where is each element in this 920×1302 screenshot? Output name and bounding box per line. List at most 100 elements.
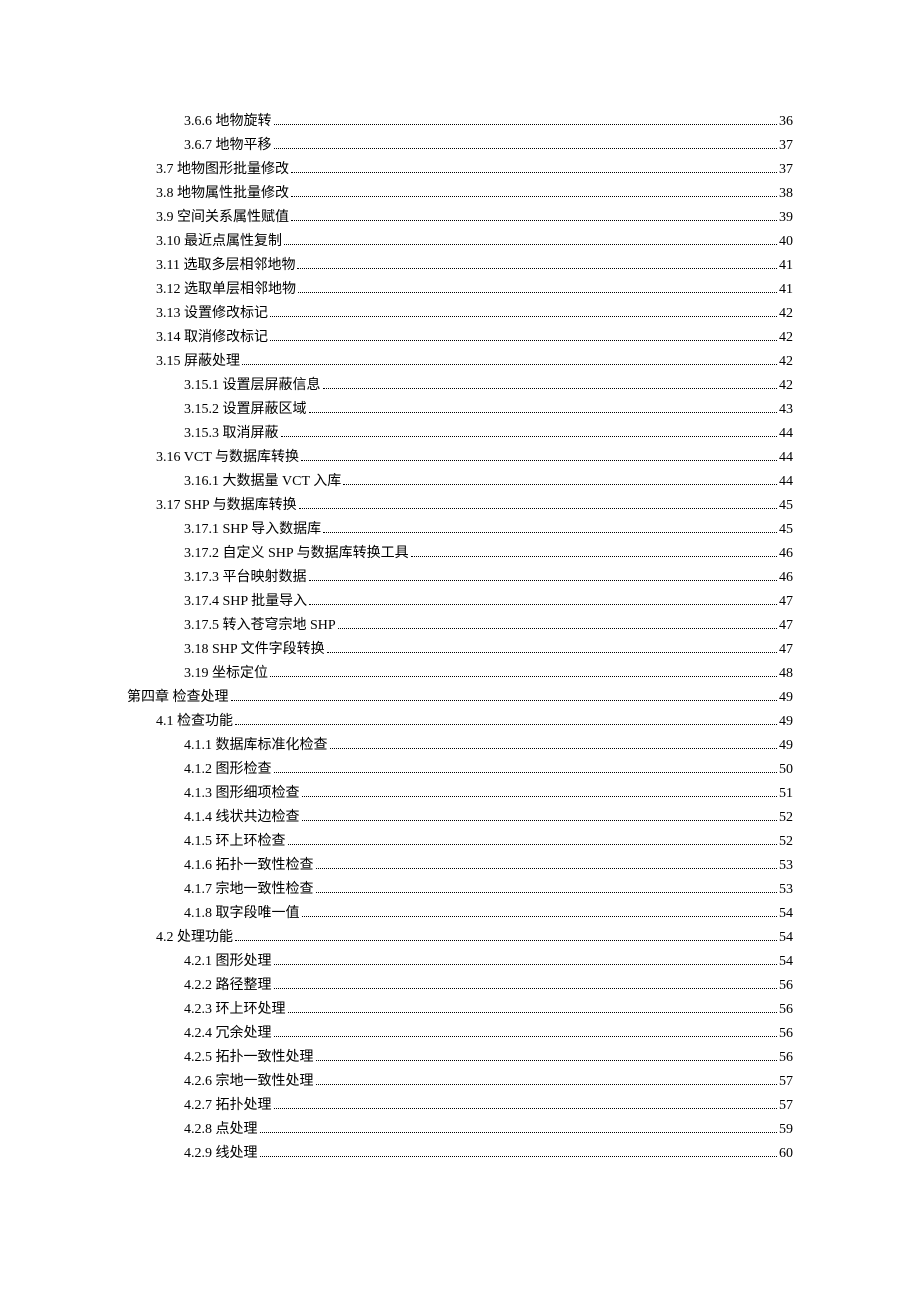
toc-entry[interactable]: 4.1.7 宗地一致性检查53 [184,878,793,902]
toc-leader-dots [288,844,778,845]
toc-label: 3.12 选取单层相邻地物 [156,278,296,302]
toc-page-number: 45 [779,494,793,518]
toc-page-number: 42 [779,350,793,374]
toc-leader-dots [323,388,778,389]
toc-page-number: 53 [779,854,793,878]
toc-entry[interactable]: 3.17.1 SHP 导入数据库45 [184,518,793,542]
toc-label: 4.2.6 宗地一致性处理 [184,1070,314,1094]
toc-label: 4.1.6 拓扑一致性检查 [184,854,314,878]
toc-leader-dots [288,1012,778,1013]
toc-label: 3.8 地物属性批量修改 [156,182,289,206]
toc-label: 4.1.5 环上环检查 [184,830,286,854]
toc-leader-dots [274,1108,778,1109]
toc-leader-dots [323,532,777,533]
toc-page-number: 60 [779,1142,793,1166]
toc-entry[interactable]: 3.8 地物属性批量修改38 [156,182,793,206]
toc-entry[interactable]: 4.2.7 拓扑处理 57 [184,1094,793,1118]
toc-label: 3.17 SHP 与数据库转换 [156,494,297,518]
toc-page-number: 45 [779,518,793,542]
toc-page-number: 56 [779,974,793,998]
toc-entry[interactable]: 3.15.1 设置层屏蔽信息42 [184,374,793,398]
toc-leader-dots [330,748,778,749]
toc-label: 4.1.3 图形细项检查 [184,782,300,806]
toc-entry[interactable]: 4.2.1 图形处理54 [184,950,793,974]
toc-leader-dots [274,1036,778,1037]
toc-label: 3.17.2 自定义 SHP 与数据库转换工具 [184,542,409,566]
toc-label: 4.2.9 线处理 [184,1142,258,1166]
toc-label: 3.15 屏蔽处理 [156,350,240,374]
toc-page-number: 47 [779,614,793,638]
toc-page-number: 42 [779,302,793,326]
toc-entry[interactable]: 4.1.3 图形细项检查 51 [184,782,793,806]
toc-leader-dots [270,316,777,317]
toc-leader-dots [274,124,778,125]
toc-entry[interactable]: 3.17.2 自定义 SHP 与数据库转换工具46 [184,542,793,566]
toc-entry[interactable]: 3.9 空间关系属性赋值39 [156,206,793,230]
toc-entry[interactable]: 3.15.2 设置屏蔽区域43 [184,398,793,422]
toc-leader-dots [327,652,777,653]
toc-entry[interactable]: 3.6.6 地物旋转36 [184,110,793,134]
toc-page-number: 56 [779,1046,793,1070]
toc-entry[interactable]: 4.1.8 取字段唯一值54 [184,902,793,926]
toc-entry[interactable]: 3.17.3 平台映射数据46 [184,566,793,590]
toc-entry[interactable]: 4.2.5 拓扑一致性处理56 [184,1046,793,1070]
toc-entry[interactable]: 3.16 VCT 与数据库转换44 [156,446,793,470]
toc-label: 3.18 SHP 文件字段转换 [184,638,325,662]
toc-entry[interactable]: 3.13 设置修改标记 42 [156,302,793,326]
toc-leader-dots [291,220,777,221]
toc-entry[interactable]: 3.14 取消修改标记42 [156,326,793,350]
toc-entry[interactable]: 3.10 最近点属性复制40 [156,230,793,254]
toc-entry[interactable]: 3.7 地物图形批量修改37 [156,158,793,182]
toc-entry[interactable]: 4.1 检查功能 49 [156,710,793,734]
toc-leader-dots [309,412,778,413]
toc-page-number: 49 [779,710,793,734]
toc-leader-dots [281,436,778,437]
toc-entry[interactable]: 4.1.5 环上环检查52 [184,830,793,854]
toc-label: 4.2.1 图形处理 [184,950,272,974]
toc-entry[interactable]: 3.19 坐标定位48 [184,662,793,686]
toc-leader-dots [274,988,778,989]
toc-entry[interactable]: 3.18 SHP 文件字段转换47 [184,638,793,662]
toc-entry[interactable]: 4.2.3 环上环处理56 [184,998,793,1022]
toc-entry[interactable]: 3.15 屏蔽处理 42 [156,350,793,374]
toc-entry[interactable]: 第四章 检查处理49 [127,686,793,710]
toc-page-number: 57 [779,1094,793,1118]
toc-leader-dots [260,1156,778,1157]
toc-entry[interactable]: 4.2.6 宗地一致性处理57 [184,1070,793,1094]
toc-leader-dots [284,244,777,245]
toc-entry[interactable]: 4.2.9 线处理 60 [184,1142,793,1166]
toc-leader-dots [309,580,778,581]
toc-label: 4.1 检查功能 [156,710,233,734]
toc-leader-dots [291,172,777,173]
toc-entry[interactable]: 3.12 选取单层相邻地物41 [156,278,793,302]
toc-page-number: 44 [779,446,793,470]
toc-entry[interactable]: 3.15.3 取消屏蔽44 [184,422,793,446]
toc-page-number: 41 [779,254,793,278]
toc-label: 3.13 设置修改标记 [156,302,268,326]
toc-label: 4.1.2 图形检查 [184,758,272,782]
toc-entry[interactable]: 3.17.5 转入苍穹宗地 SHP47 [184,614,793,638]
toc-entry[interactable]: 3.16.1 大数据量 VCT 入库44 [184,470,793,494]
toc-entry[interactable]: 4.2 处理功能54 [156,926,793,950]
toc-page-number: 39 [779,206,793,230]
toc-entry[interactable]: 4.2.2 路径整理56 [184,974,793,998]
toc-leader-dots [302,820,778,821]
toc-entry[interactable]: 4.2.4 冗余处理56 [184,1022,793,1046]
toc-entry[interactable]: 3.17 SHP 与数据库转换 45 [156,494,793,518]
toc-entry[interactable]: 4.1.2 图形检查50 [184,758,793,782]
toc-label: 4.1.1 数据库标准化检查 [184,734,328,758]
toc-label: 4.1.4 线状共边检查 [184,806,300,830]
toc-entry[interactable]: 4.1.6 拓扑一致性检查 53 [184,854,793,878]
toc-entry[interactable]: 3.11 选取多层相邻地物41 [156,254,793,278]
toc-leader-dots [291,196,777,197]
toc-page-number: 44 [779,422,793,446]
toc-entry[interactable]: 4.1.1 数据库标准化检查49 [184,734,793,758]
toc-label: 4.2.7 拓扑处理 [184,1094,272,1118]
toc-entry[interactable]: 3.17.4 SHP 批量导入47 [184,590,793,614]
toc-page-number: 51 [779,782,793,806]
toc-entry[interactable]: 4.1.4 线状共边检查52 [184,806,793,830]
toc-entry[interactable]: 3.6.7 地物平移37 [184,134,793,158]
toc-entry[interactable]: 4.2.8 点处理59 [184,1118,793,1142]
toc-label: 3.17.3 平台映射数据 [184,566,307,590]
toc-leader-dots [297,268,777,269]
